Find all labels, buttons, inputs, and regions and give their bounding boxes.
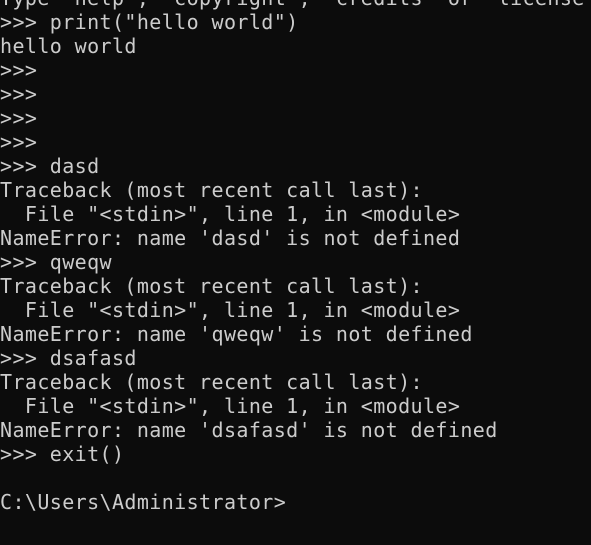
console-line-error: NameError: name 'dasd' is not defined xyxy=(0,226,461,250)
console-line-prompt: >>> xyxy=(0,58,38,82)
terminal-window[interactable]: Type "help", "copyright", "credits" or "… xyxy=(0,0,591,545)
console-line-traceback: Traceback (most recent call last): xyxy=(0,178,423,202)
console-line-error: NameError: name 'qweqw' is not defined xyxy=(0,322,473,346)
console-line-traceback: Traceback (most recent call last): xyxy=(0,274,423,298)
console-line-error: NameError: name 'dsafasd' is not defined xyxy=(0,418,498,442)
console-line-banner: Type "help", "copyright", "credits" or "… xyxy=(0,0,591,10)
console-line-output: hello world xyxy=(0,34,137,58)
console-line-prompt: >>> xyxy=(0,130,38,154)
console-line-prompt-dasd: >>> dasd xyxy=(0,154,100,178)
console-line-traceback-file: File "<stdin>", line 1, in <module> xyxy=(0,394,461,418)
command-prompt[interactable]: C:\Users\Administrator> xyxy=(0,490,591,514)
console-line-prompt-dsafasd: >>> dsafasd xyxy=(0,346,137,370)
console-line-traceback: Traceback (most recent call last): xyxy=(0,370,423,394)
console-line-prompt-qweqw: >>> qweqw xyxy=(0,250,112,274)
console-line-traceback-file: File "<stdin>", line 1, in <module> xyxy=(0,298,461,322)
console-line-prompt: >>> xyxy=(0,106,38,130)
console-line-traceback-file: File "<stdin>", line 1, in <module> xyxy=(0,202,461,226)
console-output: Type "help", "copyright", "credits" or "… xyxy=(0,0,591,514)
console-line-prompt-exit: >>> exit() xyxy=(0,442,125,466)
console-line-prompt-print: >>> print("hello world") xyxy=(0,10,299,34)
console-line-prompt: >>> xyxy=(0,82,38,106)
